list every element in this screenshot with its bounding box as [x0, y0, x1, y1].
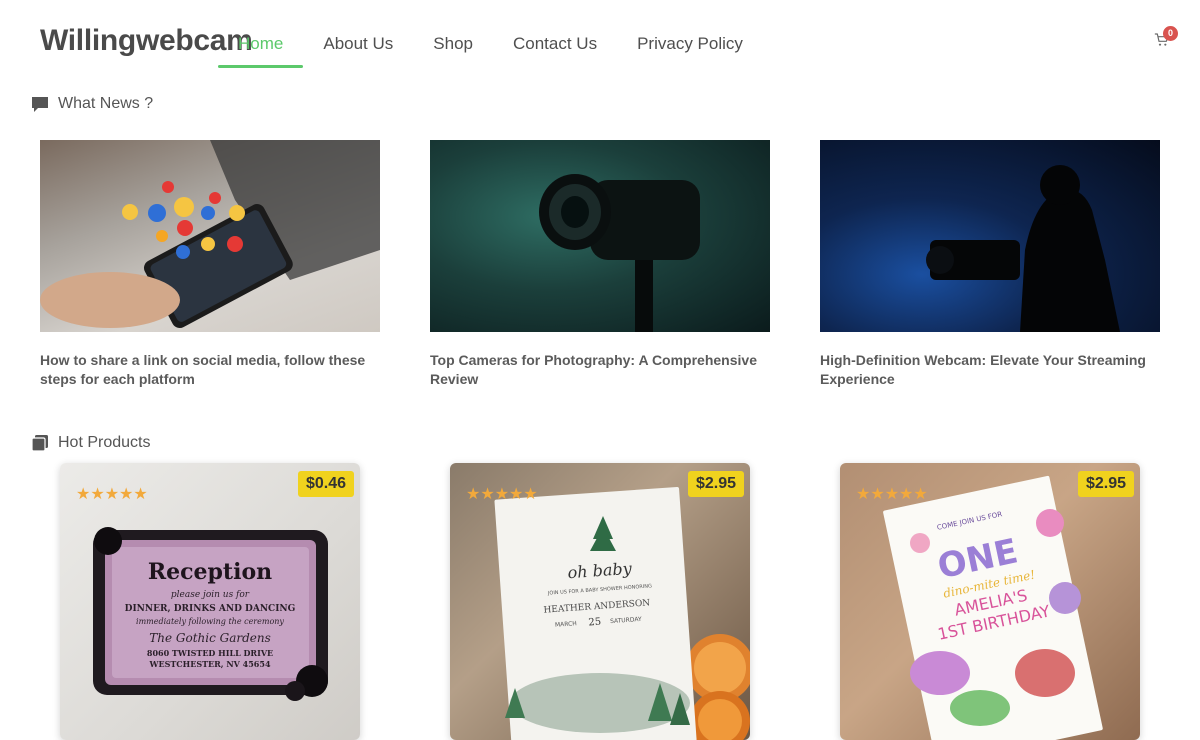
rating-stars: ★★★★★: [466, 486, 538, 503]
rating-stars: ★★★★★: [856, 486, 928, 503]
product-card[interactable]: Reception please join us for DINNER, DRI…: [60, 463, 360, 740]
cart-button[interactable]: 0: [1154, 26, 1178, 52]
rating-stars: ★★★★★: [76, 486, 148, 503]
dino-birthday-card-illustration: COME JOIN US FOR ONE dino-mite time! AME…: [883, 475, 1103, 740]
news-section-header: What News ?: [30, 94, 153, 114]
nav-about-us[interactable]: About Us: [303, 22, 413, 68]
card-line: 25: [588, 617, 601, 629]
news-card: How to share a link on social media, fol…: [40, 140, 380, 389]
phone-emoji-illustration: [40, 140, 380, 329]
camera-operator-silhouette: [926, 165, 1120, 332]
price-badge: $2.95: [1077, 471, 1134, 497]
news-title[interactable]: Top Cameras for Photography: A Comprehen…: [430, 351, 770, 389]
main-nav: Home About Us Shop Contact Us Privacy Po…: [218, 22, 763, 68]
product-card[interactable]: COME JOIN US FOR ONE dino-mite time! AME…: [840, 463, 1140, 740]
nav-contact-us[interactable]: Contact Us: [493, 22, 617, 68]
news-image-webcam[interactable]: [820, 140, 1160, 332]
card-line: Reception: [148, 559, 272, 585]
nav-home[interactable]: Home: [218, 22, 304, 68]
card-line: DINNER, DRINKS AND DANCING: [125, 604, 296, 614]
card-line: WESTCHESTER, NV 45654: [148, 659, 270, 669]
site-header: Willingwebcam Home About Us Shop Contact…: [0, 0, 1200, 80]
news-image-camera[interactable]: [430, 140, 770, 332]
news-image-social-media[interactable]: [40, 140, 380, 332]
camera-lens-illustration: [539, 174, 700, 332]
card-line: please join us for: [171, 590, 250, 600]
hot-products-header: Hot Products: [30, 433, 150, 453]
news-section-title: What News ?: [58, 95, 154, 112]
card-line: The Gothic Gardens: [149, 631, 271, 645]
product-card[interactable]: oh baby JOIN US FOR A BABY SHOWER HONORI…: [450, 463, 750, 740]
cart-count-badge: 0: [1163, 26, 1178, 41]
price-badge: $0.46: [297, 471, 354, 497]
baby-shower-card-illustration: oh baby JOIN US FOR A BABY SHOWER HONORI…: [494, 486, 750, 740]
news-card: Top Cameras for Photography: A Comprehen…: [430, 140, 770, 389]
product-image: Reception please join us for DINNER, DRI…: [60, 463, 360, 740]
card-line: immediately following the ceremony: [136, 617, 284, 626]
product-image: COME JOIN US FOR ONE dino-mite time! AME…: [840, 463, 1140, 740]
reception-card-illustration: Reception please join us for DINNER, DRI…: [93, 527, 328, 701]
card-line: 8060 TWISTED HILL DRIVE: [147, 648, 273, 658]
product-image: oh baby JOIN US FOR A BABY SHOWER HONORI…: [450, 463, 750, 740]
hot-products-title: Hot Products: [58, 434, 151, 451]
nav-shop[interactable]: Shop: [413, 22, 493, 68]
news-title[interactable]: High-Definition Webcam: Elevate Your Str…: [820, 351, 1160, 389]
price-badge: $2.95: [687, 471, 744, 497]
news-title[interactable]: How to share a link on social media, fol…: [40, 351, 380, 389]
copy-icon: [31, 435, 48, 452]
nav-privacy-policy[interactable]: Privacy Policy: [617, 22, 763, 68]
comment-icon: [32, 97, 48, 112]
news-card: High-Definition Webcam: Elevate Your Str…: [820, 140, 1160, 389]
